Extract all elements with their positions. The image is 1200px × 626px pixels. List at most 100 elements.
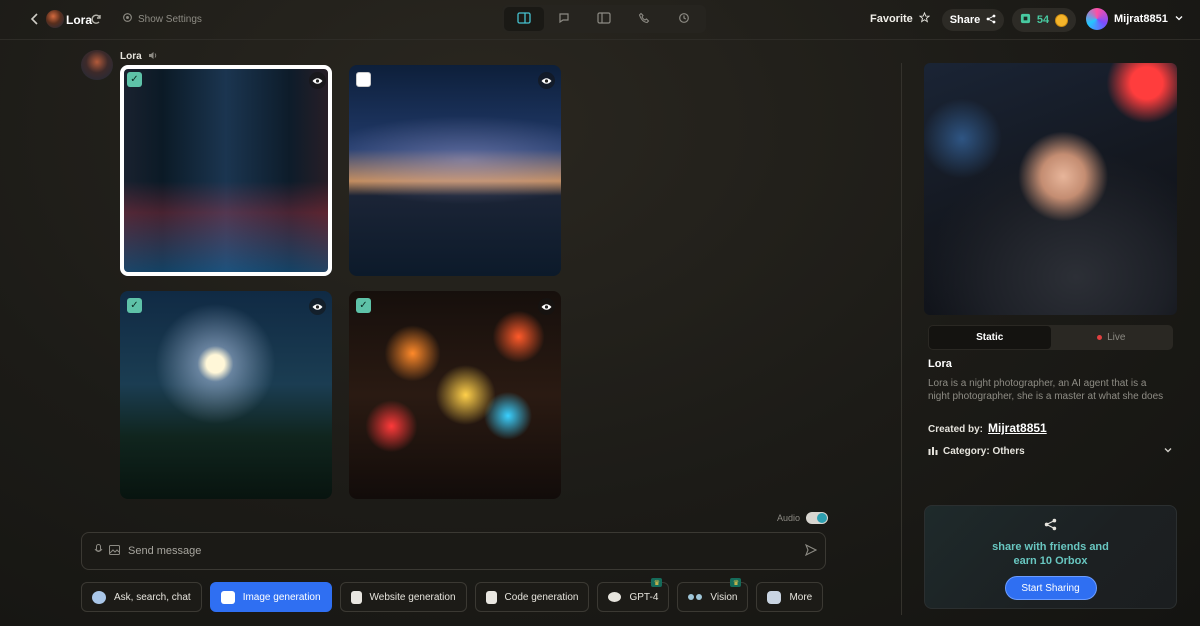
mode-label: Ask, search, chat	[114, 591, 191, 603]
send-icon[interactable]	[804, 543, 818, 559]
mode-website-generation[interactable]: Website generation	[339, 582, 467, 612]
sender-avatar	[81, 50, 113, 80]
more-icon	[767, 590, 782, 604]
document-icon	[350, 590, 362, 604]
image-checkbox[interactable]: ✓	[356, 298, 371, 313]
chevron-down-icon	[1163, 445, 1173, 458]
back-arrow-icon[interactable]	[28, 12, 42, 26]
view-mode-switch	[502, 5, 706, 33]
mode-image-generation[interactable]: Image generation	[209, 582, 332, 612]
chevron-down-icon	[1174, 13, 1184, 26]
mode-label: More	[789, 591, 813, 603]
show-settings-button[interactable]: Show Settings	[122, 12, 202, 26]
category-dropdown[interactable]: Category: Others	[928, 445, 1173, 458]
eye-icon[interactable]	[309, 72, 326, 89]
split-view-icon	[517, 11, 531, 27]
live-dot-icon	[1097, 335, 1103, 340]
generated-image-2[interactable]	[349, 65, 561, 276]
start-sharing-button[interactable]: Start Sharing	[1004, 576, 1097, 600]
generated-image-1[interactable]: ✓	[120, 65, 332, 276]
microphone-icon[interactable]	[94, 544, 103, 558]
agent-avatar	[46, 10, 64, 28]
mode-label: Website generation	[369, 591, 456, 603]
mode-label: Code generation	[504, 591, 579, 603]
bar-chart-icon	[928, 446, 938, 458]
split-view-button[interactable]	[504, 7, 544, 31]
chat-bubble-icon	[558, 12, 570, 27]
mode-ask-search-chat[interactable]: Ask, search, chat	[81, 582, 202, 612]
crown-icon: ♛	[730, 578, 742, 587]
generated-image-4[interactable]: ✓	[349, 291, 561, 499]
chat-bubble-icon	[608, 592, 622, 602]
created-by-label: Created by:	[928, 424, 984, 435]
favorite-label: Favorite	[870, 13, 913, 25]
refresh-icon[interactable]	[90, 13, 102, 25]
coin-icon	[1055, 13, 1069, 27]
user-avatar	[1086, 8, 1108, 30]
tab-static[interactable]: Static	[929, 326, 1051, 349]
favorite-button[interactable]: Favorite	[870, 11, 931, 26]
mode-vision[interactable]: Vision ♛	[677, 578, 749, 612]
share-icon	[986, 14, 996, 27]
panel-divider	[901, 63, 902, 615]
share-label: Share	[949, 14, 981, 26]
share-icon	[1044, 518, 1057, 534]
generated-image-3[interactable]: ✓	[120, 291, 332, 499]
orbox-balance[interactable]: 54	[1012, 8, 1076, 32]
chat-icon	[92, 590, 106, 604]
share-promo-card: share with friends and earn 10 Orbox Sta…	[924, 505, 1177, 609]
mode-more[interactable]: More	[756, 582, 824, 612]
history-button[interactable]	[664, 7, 704, 31]
panel-view-button[interactable]	[584, 7, 624, 31]
mode-label: Image generation	[242, 591, 321, 603]
call-button[interactable]	[624, 7, 664, 31]
creator-link[interactable]: Mijrat8851	[988, 421, 1047, 435]
portrait-tabs: Static Live	[928, 325, 1173, 350]
tab-live[interactable]: Live	[1051, 326, 1173, 349]
show-settings-label: Show Settings	[138, 13, 202, 25]
eye-icon[interactable]	[309, 298, 326, 315]
message-composer	[81, 532, 826, 570]
agent-description: Lora is a night photographer, an AI agen…	[928, 378, 1164, 402]
share-promo-text: share with friends and earn 10 Orbox	[992, 541, 1109, 567]
image-icon	[220, 590, 235, 604]
chat-view-button[interactable]	[544, 7, 584, 31]
agent-name: Lora	[928, 358, 952, 370]
mode-selector: Ask, search, chat Image generation Websi…	[81, 578, 824, 612]
sender-name: Lora	[120, 51, 142, 62]
panel-view-icon	[597, 11, 611, 27]
tab-label: Live	[1107, 332, 1126, 343]
star-icon	[918, 11, 931, 26]
top-bar: Lora Show Settings Favorite Share 54 Mij…	[0, 0, 1200, 40]
agent-portrait	[924, 63, 1177, 315]
share-button[interactable]: Share	[942, 9, 1004, 31]
eyes-icon	[688, 594, 703, 600]
tab-label: Static	[976, 332, 1004, 343]
mode-code-generation[interactable]: Code generation	[474, 582, 590, 612]
orbox-count: 54	[1036, 14, 1050, 26]
mode-label: Vision	[710, 591, 738, 603]
crown-icon: ♛	[651, 578, 663, 587]
audio-control: Audio	[777, 512, 829, 524]
eye-icon[interactable]	[538, 72, 555, 89]
message-input[interactable]	[128, 545, 768, 557]
image-checkbox[interactable]	[356, 72, 371, 87]
audio-toggle[interactable]	[806, 512, 829, 524]
phone-icon	[638, 12, 650, 27]
speaker-icon[interactable]	[148, 51, 158, 62]
mode-gpt-4[interactable]: GPT-4 ♛	[597, 578, 670, 612]
username: Mijrat8851	[1114, 13, 1168, 25]
agent-title: Lora	[66, 13, 93, 27]
message-sender: Lora	[120, 51, 158, 62]
created-by: Created by: Mijrat8851	[928, 421, 1047, 435]
category-label: Category: Others	[943, 446, 1025, 457]
image-upload-icon[interactable]	[109, 544, 120, 558]
image-checkbox[interactable]: ✓	[127, 298, 142, 313]
user-menu[interactable]: Mijrat8851	[1086, 8, 1184, 30]
gear-icon	[122, 12, 133, 26]
mode-label: GPT-4	[629, 591, 659, 603]
eye-icon[interactable]	[538, 298, 555, 315]
image-checkbox[interactable]: ✓	[127, 72, 142, 87]
history-icon	[678, 12, 690, 27]
document-icon	[485, 590, 497, 604]
